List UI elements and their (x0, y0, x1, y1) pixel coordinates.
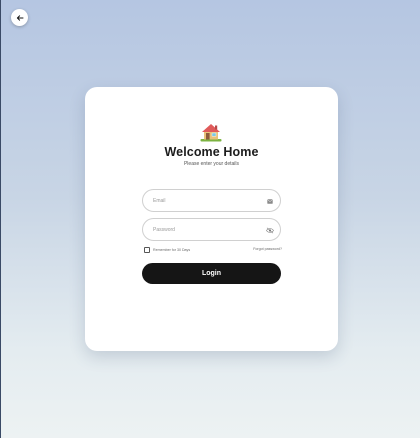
email-field[interactable] (142, 189, 281, 212)
remember-option[interactable]: Remember for 30 Days (144, 247, 190, 253)
email-input[interactable] (153, 190, 263, 211)
password-field[interactable] (142, 218, 281, 241)
back-button[interactable] (11, 9, 28, 26)
forgot-password-link[interactable]: Forgot password? (253, 247, 282, 251)
arrow-left-icon (16, 14, 23, 21)
remember-checkbox[interactable] (144, 247, 150, 253)
login-options: Remember for 30 Days Forgot password? (144, 246, 282, 254)
login-button[interactable]: Login (142, 263, 281, 284)
page-title: Welcome Home (164, 145, 259, 159)
remember-label: Remember for 30 Days (153, 248, 191, 252)
eye-off-icon[interactable] (266, 226, 274, 234)
house-icon (200, 124, 222, 142)
password-input[interactable] (153, 219, 263, 240)
login-card: Welcome Home Please enter your details R… (85, 87, 338, 351)
envelope-icon (266, 197, 274, 205)
page-subtitle: Please enter your details (183, 161, 240, 167)
window-edge (0, 0, 1, 438)
